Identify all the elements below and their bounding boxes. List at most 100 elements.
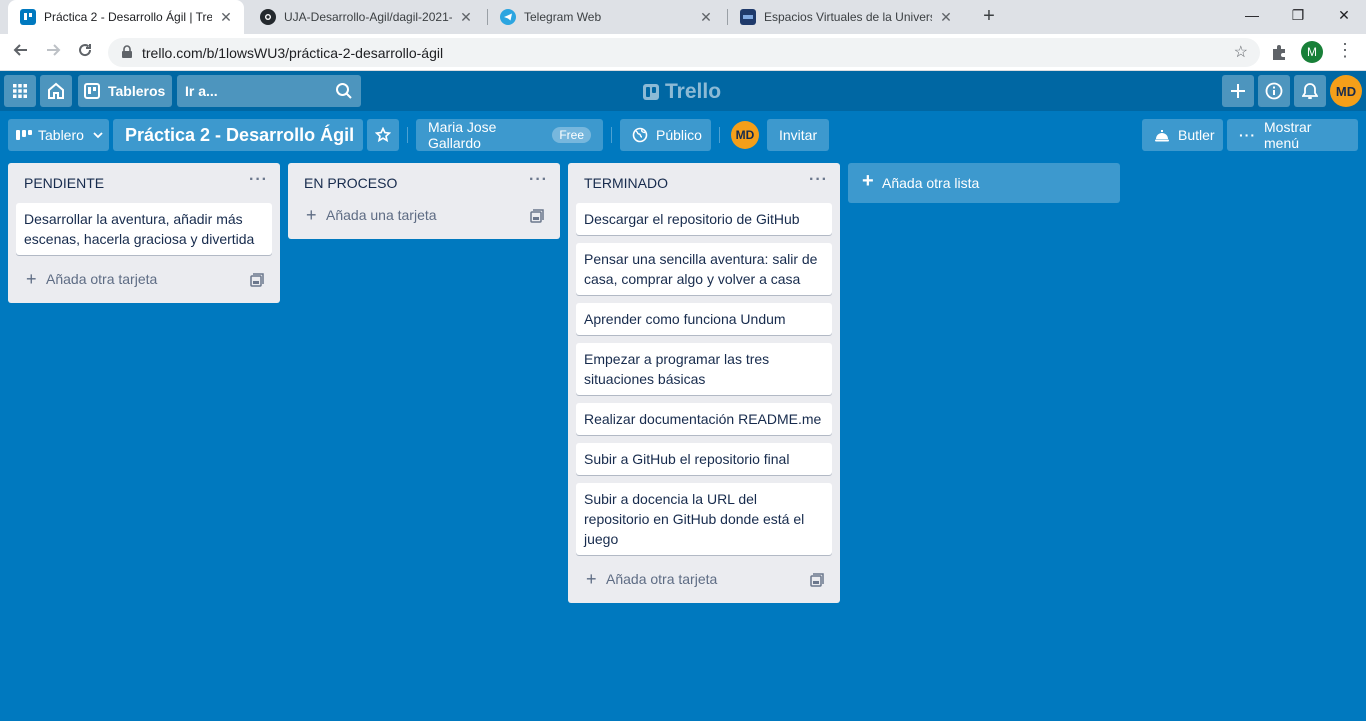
ilias-icon <box>740 9 756 25</box>
card[interactable]: Subir a GitHub el repositorio final <box>576 443 832 475</box>
list-menu-icon[interactable]: ··· <box>529 171 548 189</box>
card[interactable]: Descargar el repositorio de GitHub <box>576 203 832 235</box>
show-menu-button[interactable]: ··· Mostrar menú <box>1227 119 1358 151</box>
card[interactable]: Subir a docencia la URL del repositorio … <box>576 483 832 555</box>
apps-button[interactable] <box>4 75 36 107</box>
butler-bell-icon <box>1155 130 1169 142</box>
home-icon <box>48 82 64 99</box>
plan-badge: Free <box>552 127 591 143</box>
tab-title: UJA-Desarrollo-Agil/dagil-2021-p <box>284 10 452 24</box>
boards-button[interactable]: Tableros <box>78 75 172 107</box>
apps-grid-icon <box>13 84 27 98</box>
show-menu-label: Mostrar menú <box>1264 119 1312 151</box>
browser-tab-ilias[interactable]: Espacios Virtuales de la Universid ✕ <box>728 0 964 34</box>
header-divider <box>407 127 408 143</box>
trello-logo-text: Trello <box>665 80 722 103</box>
close-window-button[interactable]: ✕ <box>1321 0 1366 30</box>
card-template-icon[interactable] <box>250 273 264 287</box>
card-template-icon[interactable] <box>810 573 824 587</box>
workspace-button[interactable]: Maria Jose Gallardo Free <box>416 119 603 151</box>
list-title[interactable]: TERMINADO <box>584 175 668 191</box>
trello-icon <box>20 9 36 25</box>
card[interactable]: Realizar documentación README.me <box>576 403 832 435</box>
search-input[interactable]: Ir a... <box>177 75 361 107</box>
add-list-button[interactable]: + Añada otra lista <box>848 163 1120 203</box>
list-header: TERMINADO ··· <box>568 163 840 203</box>
more-dots-icon: ··· <box>1239 127 1256 143</box>
profile-avatar[interactable]: M <box>1301 41 1323 63</box>
card[interactable]: Desarrollar la aventura, añadir más esce… <box>16 203 272 255</box>
add-card-button[interactable]: + Añada otra tarjeta <box>8 263 280 299</box>
minimize-button[interactable]: — <box>1229 0 1275 30</box>
bookmark-star-icon[interactable]: ☆ <box>1234 42 1248 62</box>
notifications-button[interactable] <box>1294 75 1326 107</box>
chevron-down-icon <box>93 132 103 139</box>
browser-tab-telegram[interactable]: Telegram Web ✕ <box>488 0 724 34</box>
tab-title: Telegram Web <box>524 10 602 24</box>
browser-tab-trello[interactable]: Práctica 2 - Desarrollo Ágil | Trello ✕ <box>8 0 244 34</box>
list-menu-icon[interactable]: ··· <box>249 171 268 189</box>
add-card-button[interactable]: + Añada una tarjeta <box>288 199 560 235</box>
home-button[interactable] <box>40 75 72 107</box>
member-avatar[interactable]: MD <box>731 121 759 149</box>
list-en-proceso: EN PROCESO ··· + Añada una tarjeta <box>288 163 560 239</box>
reload-button[interactable] <box>72 40 98 66</box>
list-header: PENDIENTE ··· <box>8 163 280 203</box>
search-placeholder: Ir a... <box>185 83 218 99</box>
list-terminado: TERMINADO ··· Descargar el repositorio d… <box>568 163 840 603</box>
close-tab-icon[interactable]: ✕ <box>698 9 714 26</box>
maximize-button[interactable]: ❐ <box>1275 0 1321 30</box>
browser-menu-icon[interactable]: ⋮ <box>1336 40 1354 61</box>
back-button[interactable] <box>8 40 34 66</box>
star-icon <box>375 127 391 143</box>
boards-label: Tableros <box>108 83 166 99</box>
board-title[interactable]: Práctica 2 - Desarrollo Ágil <box>113 119 363 151</box>
forward-button[interactable] <box>40 40 66 66</box>
telegram-icon <box>500 9 516 25</box>
card[interactable]: Pensar una sencilla aventura: salir de c… <box>576 243 832 295</box>
trello-logo[interactable]: Trello <box>643 79 721 105</box>
board-view-switcher[interactable]: Tablero <box>8 119 109 151</box>
plus-icon: + <box>862 170 874 192</box>
card-template-icon[interactable] <box>530 209 544 223</box>
close-tab-icon[interactable]: ✕ <box>218 9 234 26</box>
browser-toolbar: trello.com/b/1lowsWU3/práctica-2-desarro… <box>0 34 1366 71</box>
visibility-button[interactable]: Público <box>620 119 711 151</box>
plus-icon: + <box>26 269 37 289</box>
info-icon <box>1265 82 1283 100</box>
add-card-button[interactable]: + Añada otra tarjeta <box>568 563 840 599</box>
add-card-label: Añada otra tarjeta <box>46 271 158 287</box>
list-title[interactable]: EN PROCESO <box>304 175 397 191</box>
extensions-puzzle-icon[interactable] <box>1270 43 1288 61</box>
header-divider <box>611 127 612 143</box>
reload-icon <box>79 44 92 57</box>
arrow-right-icon <box>47 44 61 56</box>
boards-icon <box>84 83 100 99</box>
arrow-left-icon <box>13 44 27 56</box>
card[interactable]: Empezar a programar las tres situaciones… <box>576 343 832 395</box>
visibility-label: Público <box>656 127 702 143</box>
card-container: Desarrollar la aventura, añadir más esce… <box>8 203 280 255</box>
address-bar[interactable]: trello.com/b/1lowsWU3/práctica-2-desarro… <box>108 38 1260 67</box>
card[interactable]: Aprender como funciona Undum <box>576 303 832 335</box>
star-board-button[interactable] <box>367 119 399 151</box>
card-container: Descargar el repositorio de GitHub Pensa… <box>568 203 840 555</box>
new-tab-button[interactable]: + <box>977 5 1001 29</box>
close-tab-icon[interactable]: ✕ <box>458 9 474 26</box>
butler-button[interactable]: Butler <box>1142 119 1223 151</box>
browser-tab-github[interactable]: UJA-Desarrollo-Agil/dagil-2021-p ✕ <box>248 0 484 34</box>
plus-icon: + <box>306 205 317 225</box>
butler-label: Butler <box>1178 127 1215 143</box>
plus-icon: + <box>586 569 597 589</box>
info-button[interactable] <box>1258 75 1290 107</box>
create-button[interactable] <box>1222 75 1254 107</box>
list-title[interactable]: PENDIENTE <box>24 175 104 191</box>
workspace-name: Maria Jose Gallardo <box>428 119 497 151</box>
close-tab-icon[interactable]: ✕ <box>938 9 954 26</box>
invite-button[interactable]: Invitar <box>767 119 829 151</box>
add-card-label: Añada otra tarjeta <box>606 571 718 587</box>
board-view-icon <box>16 130 32 140</box>
list-menu-icon[interactable]: ··· <box>809 171 828 189</box>
user-avatar[interactable]: MD <box>1330 75 1362 107</box>
browser-tab-strip: Práctica 2 - Desarrollo Ágil | Trello ✕ … <box>0 0 1366 34</box>
